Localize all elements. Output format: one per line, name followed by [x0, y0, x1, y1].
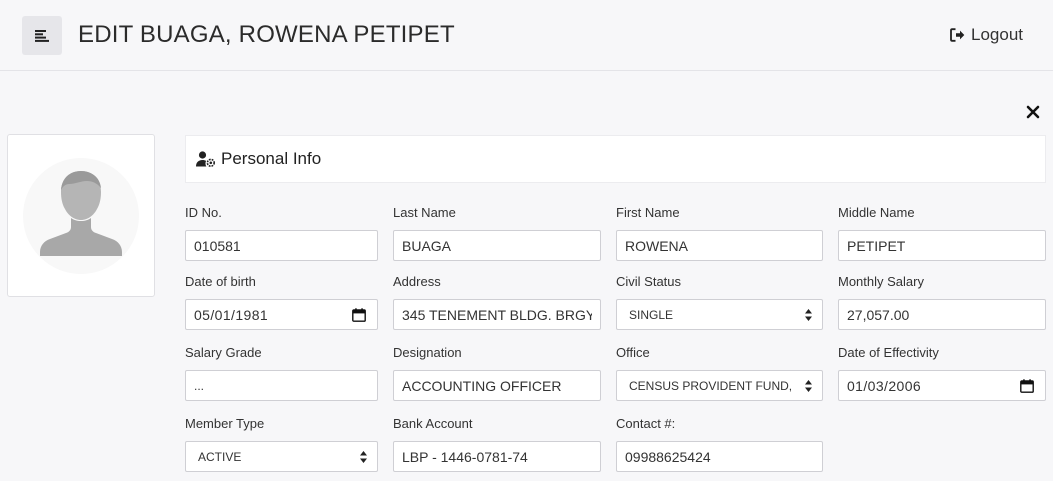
logout-label: Logout — [971, 25, 1023, 44]
monthly-salary-input[interactable]: 27,057.00 — [838, 299, 1046, 330]
sort-arrows-icon — [360, 451, 367, 463]
member-type-select[interactable]: ACTIVE — [185, 441, 378, 472]
salary-grade-label: Salary Grade — [185, 345, 262, 360]
designation-input[interactable]: ACCOUNTING OFFICER — [393, 370, 601, 401]
calendar-icon[interactable] — [352, 308, 366, 322]
date-of-effectivity-value: 01/03/2006 — [847, 377, 922, 394]
office-field: Office CENSUS PROVIDENT FUND, INC. — [616, 344, 823, 401]
civil-status-select[interactable]: SINGLE — [616, 299, 823, 330]
bank-account-input[interactable]: LBP - 1446-0781-74 — [393, 441, 601, 472]
id-no-label: ID No. — [185, 205, 222, 220]
salary-grade-input[interactable]: ... — [185, 370, 378, 401]
address-field: Address 345 TENEMENT BLDG. BRGY. 9 — [393, 273, 601, 330]
last-name-input[interactable]: BUAGA — [393, 230, 601, 261]
sort-arrows-icon — [805, 380, 812, 392]
menu-toggle-button[interactable] — [22, 16, 62, 55]
designation-field: Designation ACCOUNTING OFFICER — [393, 344, 601, 401]
last-name-field: Last Name BUAGA — [393, 204, 601, 261]
avatar-placeholder — [23, 157, 139, 274]
date-of-effectivity-field: Date of Effectivity 01/03/2006 — [838, 344, 1046, 401]
first-name-input[interactable]: ROWENA — [616, 230, 823, 261]
last-name-label: Last Name — [393, 205, 456, 220]
contact-input[interactable]: 09988625424 — [616, 441, 823, 472]
middle-name-value: PETIPET — [847, 237, 906, 254]
personal-info-header: Personal Info — [185, 135, 1046, 183]
date-of-birth-input[interactable]: 05/01/1981 — [185, 299, 378, 330]
civil-status-field: Civil Status SINGLE — [616, 273, 823, 330]
date-of-birth-field: Date of birth 05/01/1981 — [185, 273, 378, 330]
member-type-value: ACTIVE — [198, 449, 242, 464]
date-of-effectivity-input[interactable]: 01/03/2006 — [838, 370, 1046, 401]
section-title: Personal Info — [221, 149, 322, 168]
bank-account-value: LBP - 1446-0781-74 — [402, 448, 528, 465]
middle-name-label: Middle Name — [838, 205, 915, 220]
logout-button[interactable]: Logout — [950, 25, 1023, 45]
bank-account-label: Bank Account — [393, 416, 473, 431]
address-label: Address — [393, 274, 441, 289]
date-of-birth-label: Date of birth — [185, 274, 256, 289]
member-type-field: Member Type ACTIVE — [185, 415, 378, 472]
office-select[interactable]: CENSUS PROVIDENT FUND, INC. — [616, 370, 823, 401]
address-value: 345 TENEMENT BLDG. BRGY. 9 — [402, 306, 592, 323]
sort-arrows-icon — [805, 309, 812, 321]
date-of-effectivity-label: Date of Effectivity — [838, 345, 939, 360]
office-value: CENSUS PROVIDENT FUND, INC. — [629, 378, 796, 393]
id-no-value: 010581 — [194, 237, 241, 254]
page-title: EDIT BUAGA, ROWENA PETIPET — [78, 21, 455, 48]
close-icon[interactable] — [1025, 104, 1041, 120]
last-name-value: BUAGA — [402, 237, 452, 254]
designation-label: Designation — [393, 345, 462, 360]
salary-grade-field: Salary Grade ... — [185, 344, 378, 401]
calendar-icon[interactable] — [1020, 379, 1034, 393]
monthly-salary-label: Monthly Salary — [838, 274, 924, 289]
monthly-salary-value: 27,057.00 — [847, 306, 910, 323]
date-of-birth-value: 05/01/1981 — [194, 306, 269, 323]
civil-status-label: Civil Status — [616, 274, 682, 289]
first-name-value: ROWENA — [625, 237, 688, 254]
monthly-salary-field: Monthly Salary 27,057.00 — [838, 273, 1046, 330]
sign-out-icon — [950, 28, 965, 42]
first-name-label: First Name — [616, 205, 680, 220]
member-type-label: Member Type — [185, 416, 265, 431]
address-input[interactable]: 345 TENEMENT BLDG. BRGY. 9 — [393, 299, 601, 330]
contact-label: Contact #: — [616, 416, 676, 431]
salary-grade-value: ... — [194, 378, 205, 393]
middle-name-input[interactable]: PETIPET — [838, 230, 1046, 261]
contact-field: Contact #: 09988625424 — [616, 415, 823, 472]
civil-status-value: SINGLE — [629, 307, 674, 322]
top-bar: EDIT BUAGA, ROWENA PETIPET Logout — [0, 0, 1053, 71]
profile-photo-card — [7, 134, 155, 297]
designation-value: ACCOUNTING OFFICER — [402, 377, 562, 394]
menu-icon — [35, 29, 49, 42]
bank-account-field: Bank Account LBP - 1446-0781-74 — [393, 415, 601, 472]
first-name-field: First Name ROWENA — [616, 204, 823, 261]
user-cog-icon — [196, 151, 215, 167]
middle-name-field: Middle Name PETIPET — [838, 204, 1046, 261]
id-no-input[interactable]: 010581 — [185, 230, 378, 261]
id-no-field: ID No. 010581 — [185, 204, 378, 261]
office-label: Office — [616, 345, 650, 360]
contact-value: 09988625424 — [625, 448, 711, 465]
